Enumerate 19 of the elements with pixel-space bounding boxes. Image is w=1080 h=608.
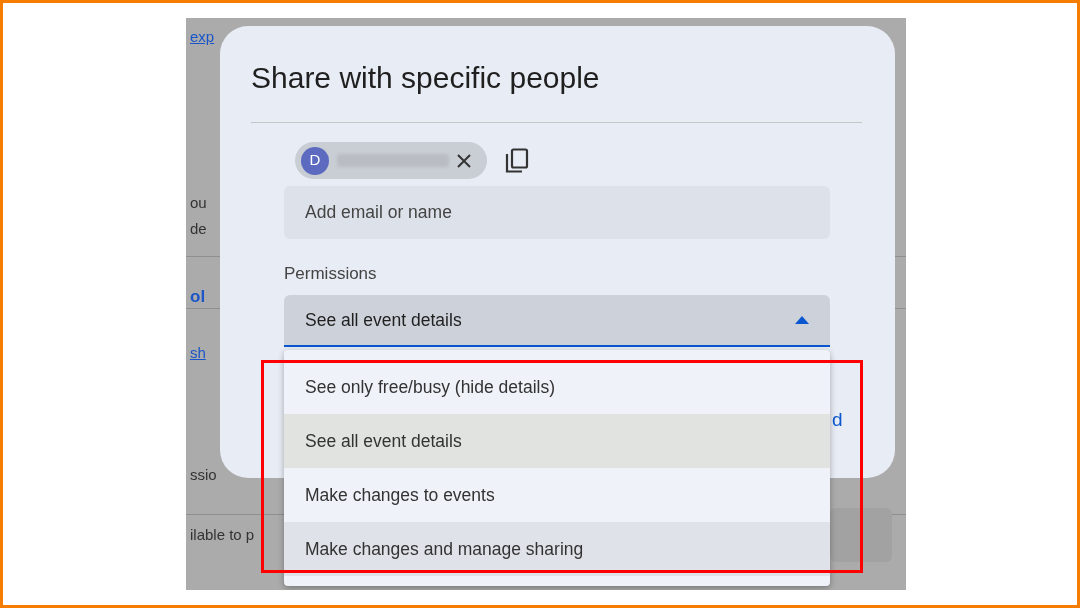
permissions-select[interactable]: See all event details bbox=[284, 295, 830, 347]
menu-option[interactable]: Make changes and manage sharing bbox=[284, 522, 830, 576]
copy-icon[interactable] bbox=[505, 147, 529, 174]
email-field[interactable]: Add email or name bbox=[284, 186, 830, 239]
avatar: D bbox=[301, 146, 329, 175]
field-label: Permissions bbox=[284, 263, 378, 285]
menu-option[interactable]: Make changes to events bbox=[284, 468, 830, 522]
menu-option[interactable]: See only free/busy (hide details) bbox=[284, 360, 830, 414]
text-fragment: ol bbox=[190, 288, 206, 306]
dialog-title: Share with specific people bbox=[251, 60, 601, 96]
person-chip[interactable]: D bbox=[295, 142, 487, 179]
text-fragment: ssio bbox=[190, 466, 217, 484]
text-fragment: ou bbox=[190, 194, 207, 212]
dropdown-background bbox=[830, 508, 892, 562]
close-icon[interactable] bbox=[457, 153, 471, 168]
button-fragment[interactable]: d bbox=[832, 406, 843, 435]
menu-option[interactable]: See all event details bbox=[284, 414, 830, 468]
text-fragment: de bbox=[190, 220, 207, 238]
text-fragment: ilable to p bbox=[190, 526, 255, 544]
